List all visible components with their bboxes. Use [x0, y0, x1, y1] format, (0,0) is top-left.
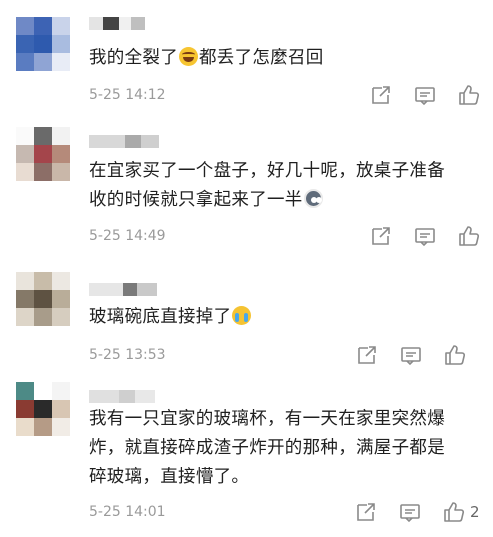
comment-actions: [370, 225, 485, 247]
like-count: 2: [470, 503, 480, 521]
comment-text: 我有一只宜家的玻璃杯，有一天在家里突然爆 炸，就直接碎成渣子炸开的那种，满屋子都…: [89, 405, 479, 492]
avatar[interactable]: [16, 272, 70, 326]
comment-icon[interactable]: [414, 225, 436, 247]
avatar[interactable]: [16, 17, 70, 71]
comment-text: 在宜家买了一个盘子，好几十呢，放桌子准备 收的时候就只拿起来了一半: [89, 157, 479, 215]
comment-actions: [370, 84, 485, 106]
thumbs-up-icon[interactable]: [443, 501, 465, 523]
comment-time: 5-25 13:53: [89, 347, 166, 363]
comment-time: 5-25 14:01: [89, 504, 166, 520]
comment-text-line: 碎玻璃，直接懵了。: [89, 467, 250, 487]
dog-face-emoji-icon: [303, 189, 323, 208]
thumbs-up-icon[interactable]: [458, 225, 480, 247]
comment-text-line: 在宜家买了一个盘子，好几十呢，放桌子准备: [89, 161, 445, 181]
comment-icon[interactable]: [414, 84, 436, 106]
crying-face-emoji-icon: [232, 306, 252, 325]
comment-text-line: 收的时候就只拿起来了一半: [89, 186, 479, 215]
comment-actions: 2: [355, 501, 480, 523]
comment-icon[interactable]: [400, 344, 422, 366]
avatar[interactable]: [16, 382, 70, 436]
username-blurred[interactable]: [89, 283, 157, 296]
share-icon[interactable]: [370, 225, 392, 247]
avatar[interactable]: [16, 127, 70, 181]
comment-text-part: 我的全裂了: [89, 48, 178, 68]
comment-text-part: 都丢了怎麼召回: [199, 48, 324, 68]
comment-text: 玻璃碗底直接掉了: [89, 303, 479, 332]
comment-text-line: 炸，就直接碎成渣子炸开的那种，满屋子都是: [89, 438, 445, 458]
username-blurred[interactable]: [89, 135, 159, 148]
username-blurred[interactable]: [89, 390, 155, 403]
comment-text: 我的全裂了 都丢了怎麼召回: [89, 44, 479, 73]
share-icon[interactable]: [356, 344, 378, 366]
comment-text-part: 玻璃碗底直接掉了: [89, 307, 232, 327]
comment-icon[interactable]: [399, 501, 421, 523]
comment-time: 5-25 14:12: [89, 87, 166, 103]
thumbs-up-icon[interactable]: [458, 84, 480, 106]
share-icon[interactable]: [355, 501, 377, 523]
thumbs-up-icon[interactable]: [444, 344, 466, 366]
username-blurred[interactable]: [89, 17, 145, 30]
comment-text-line: 我有一只宜家的玻璃杯，有一天在家里突然爆: [89, 409, 445, 429]
comment-text-part: 收的时候就只拿起来了一半: [89, 190, 303, 210]
comment-actions: [356, 344, 471, 366]
share-icon[interactable]: [370, 84, 392, 106]
comment-time: 5-25 14:49: [89, 228, 166, 244]
laughing-tears-emoji-icon: [179, 47, 198, 66]
